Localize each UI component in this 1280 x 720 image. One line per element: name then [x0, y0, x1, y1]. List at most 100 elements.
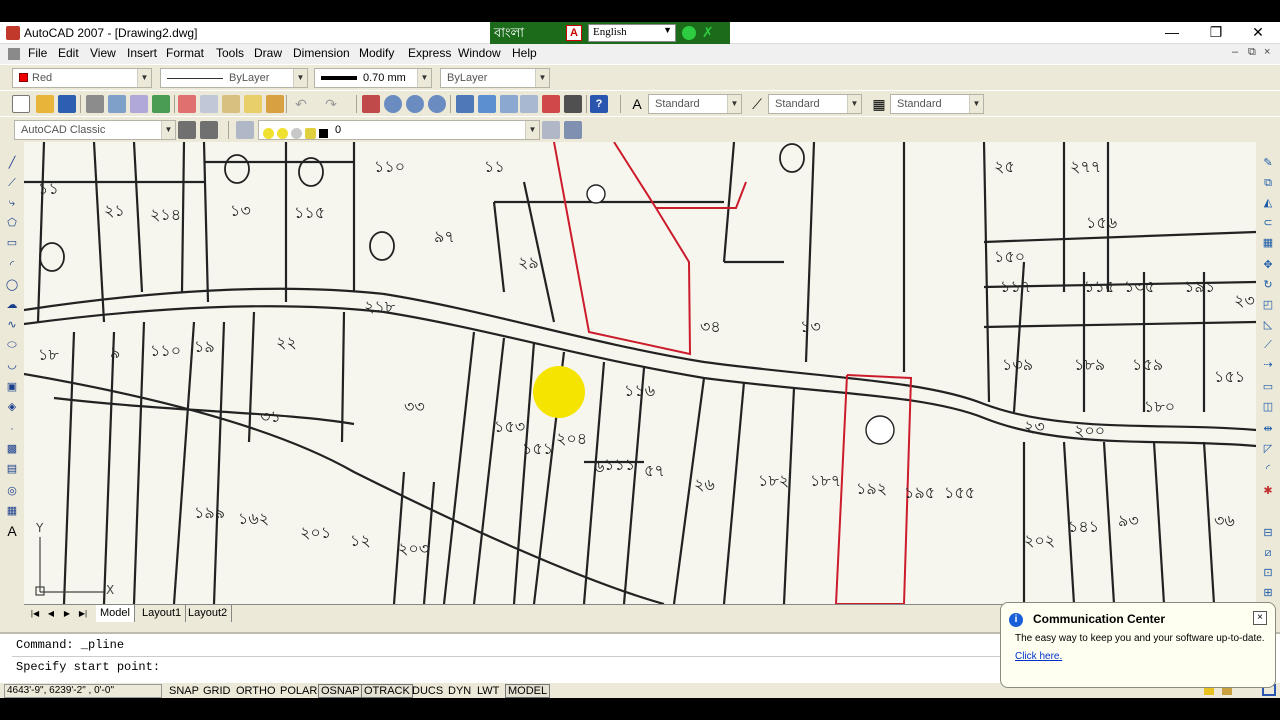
zoom-realtime-icon[interactable]: [384, 95, 402, 113]
plot-icon[interactable]: [86, 95, 104, 113]
line-icon[interactable]: ╱: [4, 156, 20, 170]
workspace-dropdown[interactable]: AutoCAD Classic ▼: [14, 120, 176, 140]
mdi-minimize-button[interactable]: –: [1232, 46, 1238, 58]
hatch-icon[interactable]: ▩: [4, 442, 20, 456]
snap-toggle[interactable]: SNAP: [166, 684, 202, 698]
table-icon[interactable]: ▦: [4, 504, 20, 518]
dim-arc-icon[interactable]: ⊡: [1260, 566, 1276, 580]
zoom-previous-icon[interactable]: [428, 95, 446, 113]
insert-block-icon[interactable]: ▣: [4, 380, 20, 394]
dim-aligned-icon[interactable]: ⧄: [1260, 546, 1276, 560]
status-green-icon[interactable]: [682, 26, 696, 40]
menu-file[interactable]: File: [28, 46, 47, 60]
drawing-canvas[interactable]: ১১০ ১১ ১১ ২১ ২১৪ ১৩ ১১৫ ৯৭ ২৯ ১৮ ৯ ১১০ ১৯ ২২ ২১৮ ৩১ ৩৩ ১৫…: [24, 142, 1256, 604]
chamfer-icon[interactable]: ◸: [1260, 442, 1276, 456]
text-style-icon[interactable]: A: [628, 95, 646, 113]
tab-layout2[interactable]: Layout2: [184, 605, 233, 622]
make-object-layer-current-icon[interactable]: [542, 121, 560, 139]
tab-layout1[interactable]: Layout1: [138, 605, 187, 622]
menu-insert[interactable]: Insert: [127, 46, 157, 60]
language-select[interactable]: English ▼: [588, 24, 676, 42]
properties-icon[interactable]: [456, 95, 474, 113]
color-dropdown[interactable]: Red ▼: [12, 68, 152, 88]
menu-window[interactable]: Window: [458, 46, 501, 60]
menu-tools[interactable]: Tools: [216, 46, 244, 60]
3d-dwf-icon[interactable]: [152, 95, 170, 113]
dim-linear-icon[interactable]: ⊟: [1260, 526, 1276, 540]
menu-format[interactable]: Format: [166, 46, 204, 60]
layer-previous-icon[interactable]: [564, 121, 582, 139]
document-icon[interactable]: [8, 48, 20, 60]
exit-icon[interactable]: ✗: [702, 24, 714, 41]
join-icon[interactable]: ⇹: [1260, 422, 1276, 436]
break-icon[interactable]: ◫: [1260, 400, 1276, 414]
extend-icon[interactable]: ⇢: [1260, 358, 1276, 372]
minimize-button[interactable]: —: [1150, 22, 1194, 44]
mdi-close-button[interactable]: ×: [1264, 46, 1270, 58]
first-tab-icon[interactable]: |◀: [28, 607, 42, 620]
menu-edit[interactable]: Edit: [58, 46, 79, 60]
close-button[interactable]: ✕: [1236, 22, 1280, 44]
revision-cloud-icon[interactable]: ☁: [4, 298, 20, 312]
layer-dropdown[interactable]: 0 ▼: [258, 120, 540, 140]
lineweight-dropdown[interactable]: 0.70 mm ▼: [314, 68, 432, 88]
table-style-dropdown[interactable]: Standard ▼: [890, 94, 984, 114]
menu-draw[interactable]: Draw: [254, 46, 282, 60]
menu-help[interactable]: Help: [512, 46, 537, 60]
calculator-icon[interactable]: [564, 95, 582, 113]
menu-modify[interactable]: Modify: [359, 46, 394, 60]
coordinate-display[interactable]: 4643'-9", 6239'-2" , 0'-0": [4, 684, 162, 698]
trim-icon[interactable]: ⟋: [1260, 338, 1276, 352]
plot-preview-icon[interactable]: [108, 95, 126, 113]
last-tab-icon[interactable]: ▶|: [76, 607, 90, 620]
make-block-icon[interactable]: ◈: [4, 400, 20, 414]
popup-close-button[interactable]: ×: [1253, 611, 1267, 625]
otrack-toggle[interactable]: OTRACK: [361, 684, 413, 698]
region-icon[interactable]: ◎: [4, 484, 20, 498]
gradient-icon[interactable]: ▤: [4, 462, 20, 476]
text-style-dropdown[interactable]: Standard ▼: [648, 94, 742, 114]
polygon-icon[interactable]: ⬠: [4, 216, 20, 230]
undo-icon[interactable]: ↶: [292, 95, 310, 113]
publish-icon[interactable]: [130, 95, 148, 113]
array-icon[interactable]: ▦: [1260, 236, 1276, 250]
stretch-icon[interactable]: ◺: [1260, 318, 1276, 332]
popup-link[interactable]: Click here.: [1015, 651, 1062, 662]
help-icon[interactable]: ?: [590, 95, 608, 113]
menu-view[interactable]: View: [90, 46, 116, 60]
ellipse-icon[interactable]: ⬭: [4, 338, 20, 352]
pdf-icon[interactable]: A: [566, 25, 582, 41]
pan-realtime-icon[interactable]: [362, 95, 380, 113]
arc-icon[interactable]: ◜: [4, 258, 20, 272]
fillet-icon[interactable]: ◜: [1260, 462, 1276, 476]
model-toggle[interactable]: MODEL: [505, 684, 551, 698]
new-icon[interactable]: [12, 95, 30, 113]
copy-icon[interactable]: [200, 95, 218, 113]
layer-manager-icon[interactable]: [236, 121, 254, 139]
spline-icon[interactable]: ∿: [4, 318, 20, 332]
mdi-restore-button[interactable]: ⧉: [1248, 46, 1256, 59]
polyline-icon[interactable]: ⤷: [4, 196, 20, 210]
offset-icon[interactable]: ⊂: [1260, 216, 1276, 230]
dim-style-dropdown[interactable]: Standard ▼: [768, 94, 862, 114]
redo-icon[interactable]: ↷: [322, 95, 340, 113]
ducs-toggle[interactable]: DUCS: [409, 684, 446, 698]
tab-model[interactable]: Model: [96, 605, 135, 622]
lwt-toggle[interactable]: LWT: [474, 684, 502, 698]
sheet-set-icon[interactable]: [520, 95, 538, 113]
multiline-text-icon[interactable]: A: [4, 524, 20, 538]
explode-icon[interactable]: ✱: [1260, 484, 1276, 498]
linetype-dropdown[interactable]: ByLayer ▼: [160, 68, 308, 88]
ortho-toggle[interactable]: ORTHO: [233, 684, 279, 698]
menu-dimension[interactable]: Dimension: [293, 46, 350, 60]
table-style-icon[interactable]: ▦: [870, 95, 888, 113]
block-editor-icon[interactable]: [266, 95, 284, 113]
design-center-icon[interactable]: [478, 95, 496, 113]
circle-icon[interactable]: ◯: [4, 278, 20, 292]
workspace-settings-icon[interactable]: [178, 121, 196, 139]
paste-icon[interactable]: [222, 95, 240, 113]
tool-palettes-icon[interactable]: [500, 95, 518, 113]
construction-line-icon[interactable]: ⟋: [4, 176, 20, 190]
osnap-toggle[interactable]: OSNAP: [318, 684, 363, 698]
save-icon[interactable]: [58, 95, 76, 113]
